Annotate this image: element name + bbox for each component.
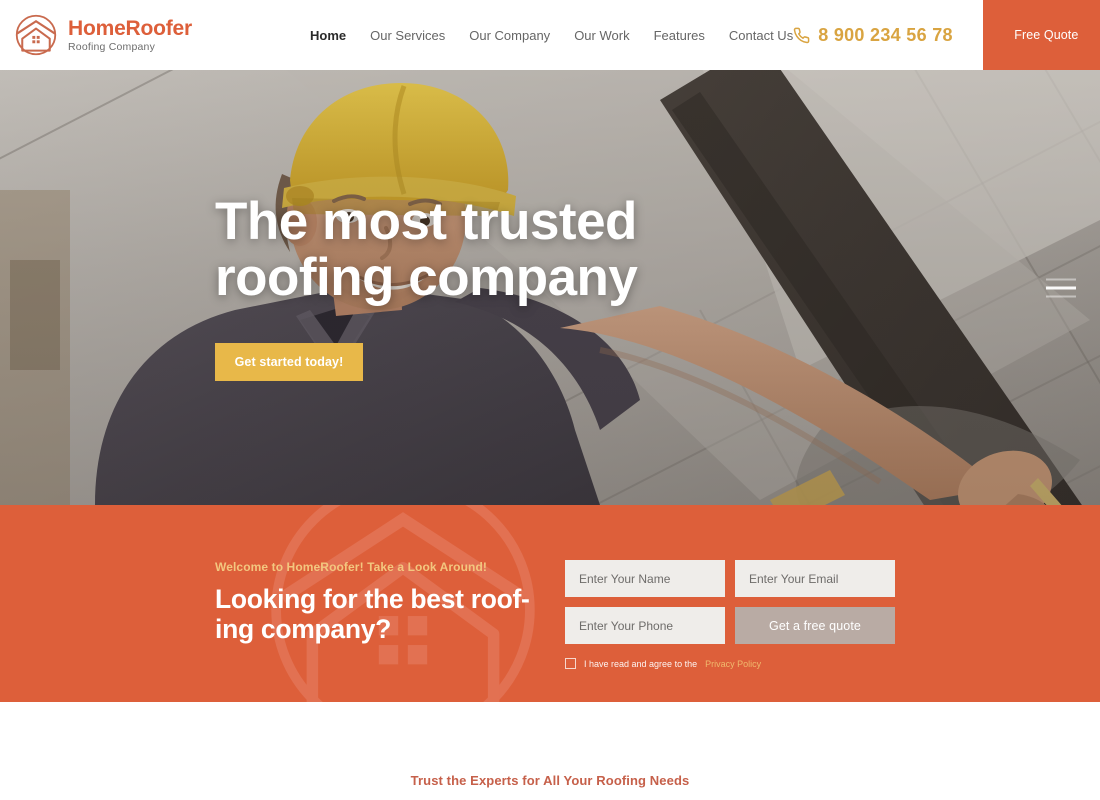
privacy-checkbox[interactable] (565, 658, 576, 669)
site-header: HomeRoofer Roofing Company Home Our Serv… (0, 0, 1100, 70)
nav-item-our-work[interactable]: Our Work (574, 28, 629, 43)
logo-title: HomeRoofer (68, 16, 193, 40)
cta-title: Looking for the best roof- ing company? (215, 584, 535, 645)
privacy-consent-text: I have read and agree to the (584, 658, 698, 669)
get-started-button[interactable]: Get started today! (215, 342, 363, 381)
hero-section: The most trusted roofing company Get sta… (0, 70, 1100, 505)
cta-eyebrow: Welcome to HomeRoofer! Take a Look Aroun… (215, 560, 488, 574)
logo[interactable]: HomeRoofer Roofing Company (0, 13, 300, 57)
cta-title-line-1: Looking for the best roof- (215, 584, 530, 614)
hero-title-line-2: roofing company (215, 247, 638, 307)
logo-subtitle: Roofing Company (68, 40, 156, 53)
house-circle-logo-icon (14, 13, 58, 57)
phone-input[interactable] (565, 607, 725, 644)
main-navigation: Home Our Services Our Company Our Work F… (310, 28, 793, 43)
name-input[interactable] (565, 560, 725, 597)
hero-title-line-1: The most trusted (215, 192, 637, 252)
phone-icon (793, 27, 810, 44)
hamburger-menu-icon[interactable] (1046, 278, 1076, 297)
email-input[interactable] (735, 560, 895, 597)
hamburger-line-top (1046, 278, 1076, 280)
cta-title-line-2: ing company? (215, 613, 392, 644)
privacy-consent-row: I have read and agree to the Privacy Pol… (565, 658, 895, 669)
phone-number: 8 900 234 56 78 (818, 24, 953, 45)
get-free-quote-button[interactable]: Get a free quote (735, 607, 895, 644)
nav-item-contact-us[interactable]: Contact Us (729, 28, 793, 43)
free-quote-button[interactable]: Free Quote (982, 0, 1100, 70)
hamburger-line-bottom (1046, 295, 1076, 297)
experts-eyebrow: Trust the Experts for All Your Roofing N… (410, 773, 690, 788)
nav-item-our-services[interactable]: Our Services (370, 28, 445, 43)
privacy-policy-link[interactable]: Privacy Policy (705, 659, 761, 669)
nav-item-home[interactable]: Home (310, 28, 346, 43)
phone-link[interactable]: 8 900 234 56 78 (793, 0, 983, 70)
hero-title: The most trusted roofing company (215, 192, 638, 307)
below-fold-section: Trust the Experts for All Your Roofing N… (0, 702, 1100, 800)
quote-form: Get a free quote (565, 560, 895, 644)
hamburger-line-middle (1046, 286, 1076, 289)
nav-item-our-company[interactable]: Our Company (469, 28, 550, 43)
nav-item-features[interactable]: Features (654, 28, 705, 43)
cta-section: Welcome to HomeRoofer! Take a Look Aroun… (0, 505, 1100, 702)
